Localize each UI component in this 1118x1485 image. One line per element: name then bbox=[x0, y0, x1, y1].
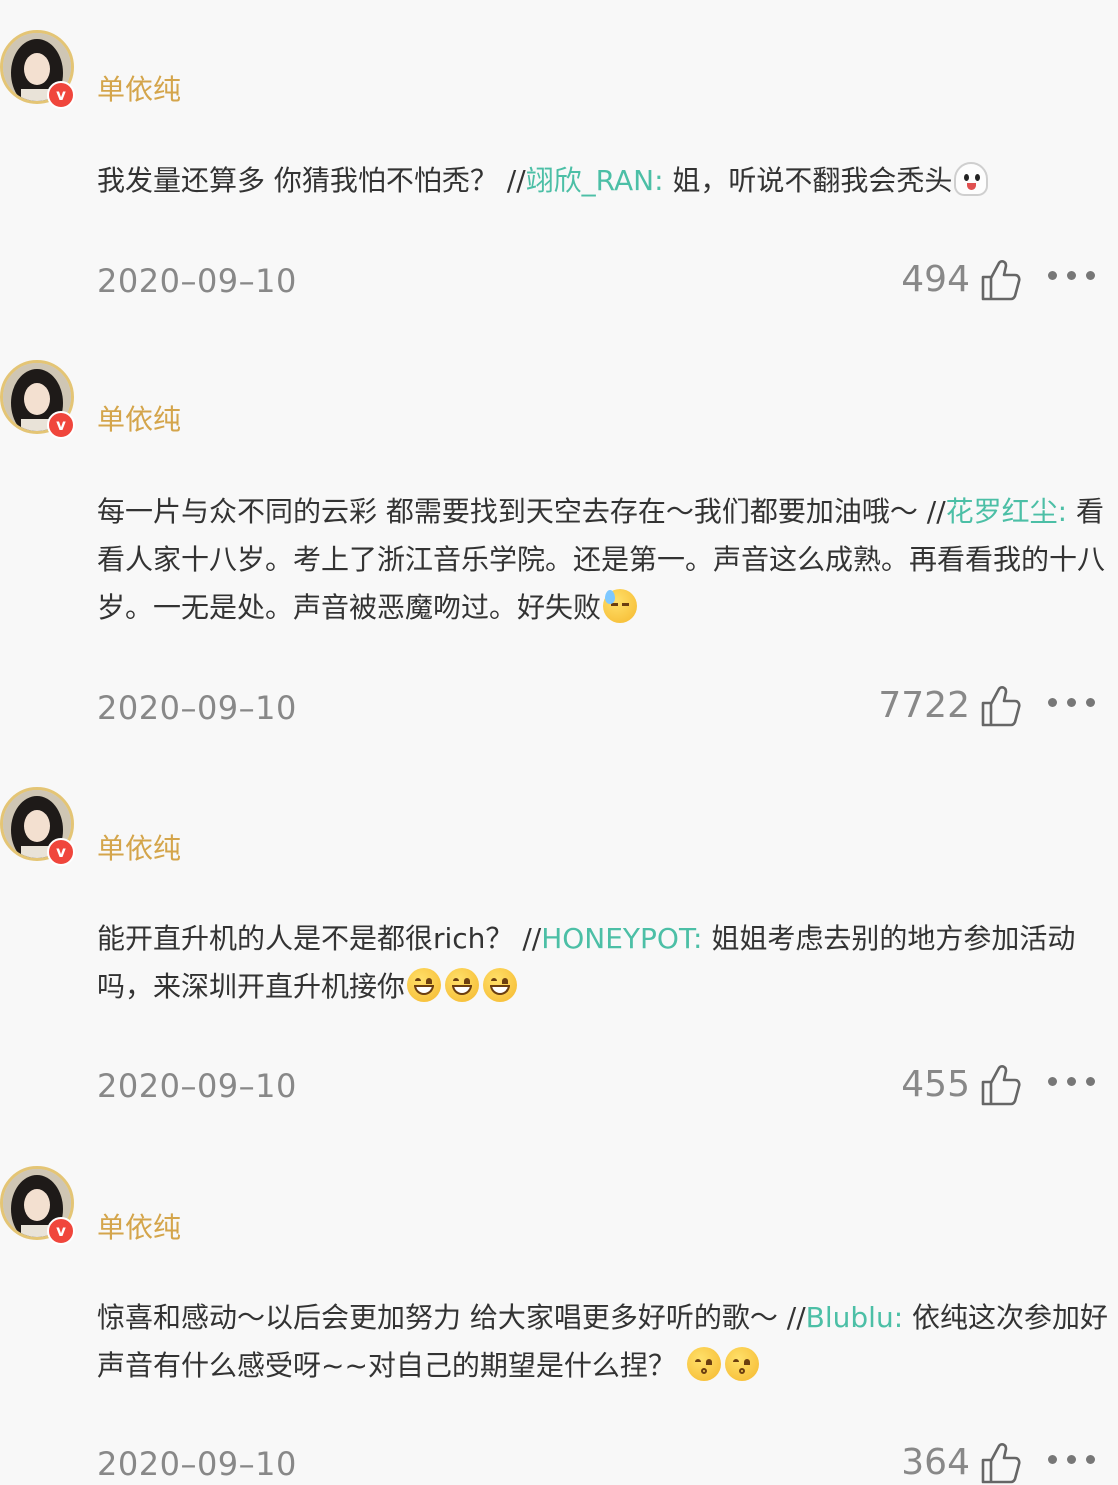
thumbs-up-icon bbox=[981, 686, 1021, 727]
like-count: 364 bbox=[901, 1442, 970, 1483]
more-options-icon[interactable] bbox=[1048, 1077, 1096, 1087]
grin-emoji-icon bbox=[445, 968, 480, 1002]
sweat-emoji-icon bbox=[603, 589, 638, 623]
like-button[interactable]: 494 bbox=[901, 258, 1022, 302]
mention-link[interactable]: 花罗红尘: bbox=[946, 495, 1067, 528]
verified-badge-icon: v bbox=[47, 411, 75, 439]
like-count: 7722 bbox=[878, 685, 970, 726]
avatar[interactable]: v bbox=[0, 30, 78, 110]
username[interactable]: 单依纯 bbox=[97, 831, 181, 867]
like-count: 494 bbox=[901, 259, 970, 300]
verified-badge-icon: v bbox=[47, 838, 75, 866]
comment-body: 每一片与众不同的云彩 都需要找到天空去存在～我们都要加油哦～ // bbox=[97, 495, 946, 528]
more-options-icon[interactable] bbox=[1048, 271, 1096, 281]
comment-date: 2020–09–10 bbox=[97, 262, 297, 300]
thumbs-up-icon bbox=[981, 1065, 1021, 1106]
avatar[interactable]: v bbox=[0, 360, 78, 440]
comment-text: 能开直升机的人是不是都很rich？ //HONEYPOT: 姐姐考虑去别的地方参… bbox=[97, 915, 1109, 1011]
comment-body: 能开直升机的人是不是都很rich？ // bbox=[97, 922, 542, 955]
like-button[interactable]: 455 bbox=[901, 1063, 1022, 1107]
mention-link[interactable]: 翊欣_RAN: bbox=[526, 164, 664, 197]
kiss-emoji-icon bbox=[724, 1347, 759, 1381]
avatar[interactable]: v bbox=[0, 787, 78, 867]
more-options-icon[interactable] bbox=[1048, 698, 1096, 708]
username[interactable]: 单依纯 bbox=[97, 402, 181, 438]
thumbs-up-icon bbox=[981, 1443, 1021, 1484]
mention-link[interactable]: HONEYPOT: bbox=[541, 922, 702, 955]
grin-emoji-icon bbox=[483, 968, 518, 1002]
comment-body: 惊喜和感动～以后会更加努力 给大家唱更多好听的歌～ // bbox=[97, 1301, 806, 1334]
comment-body: 我发量还算多 你猜我怕不怕秃？ // bbox=[97, 164, 526, 197]
like-button[interactable]: 364 bbox=[901, 1441, 1022, 1485]
thumbs-up-icon bbox=[981, 260, 1021, 301]
avatar[interactable]: v bbox=[0, 1166, 78, 1246]
username[interactable]: 单依纯 bbox=[97, 1210, 181, 1246]
quoted-text: 姐，听说不翻我会秃头 bbox=[663, 164, 953, 197]
comment-date: 2020–09–10 bbox=[97, 1067, 297, 1105]
comment-text: 我发量还算多 你猜我怕不怕秃？ //翊欣_RAN: 姐，听说不翻我会秃头 bbox=[97, 157, 1109, 205]
verified-badge-icon: v bbox=[47, 1217, 75, 1245]
more-options-icon[interactable] bbox=[1048, 1455, 1096, 1465]
comment-date: 2020–09–10 bbox=[97, 689, 297, 727]
kiss-emoji-icon bbox=[686, 1347, 721, 1381]
comment-text: 惊喜和感动～以后会更加努力 给大家唱更多好听的歌～ //Blublu: 依纯这次… bbox=[97, 1294, 1109, 1390]
username[interactable]: 单依纯 bbox=[97, 72, 181, 108]
grin-emoji-icon bbox=[407, 968, 442, 1002]
comment-text: 每一片与众不同的云彩 都需要找到天空去存在～我们都要加油哦～ //花罗红尘: 看… bbox=[97, 488, 1109, 632]
like-count: 455 bbox=[901, 1064, 970, 1105]
comment-date: 2020–09–10 bbox=[97, 1445, 297, 1483]
verified-badge-icon: v bbox=[47, 81, 75, 109]
ghost-emoji-icon bbox=[954, 162, 989, 196]
mention-link[interactable]: Blublu: bbox=[806, 1301, 903, 1334]
like-button[interactable]: 7722 bbox=[878, 684, 1022, 728]
